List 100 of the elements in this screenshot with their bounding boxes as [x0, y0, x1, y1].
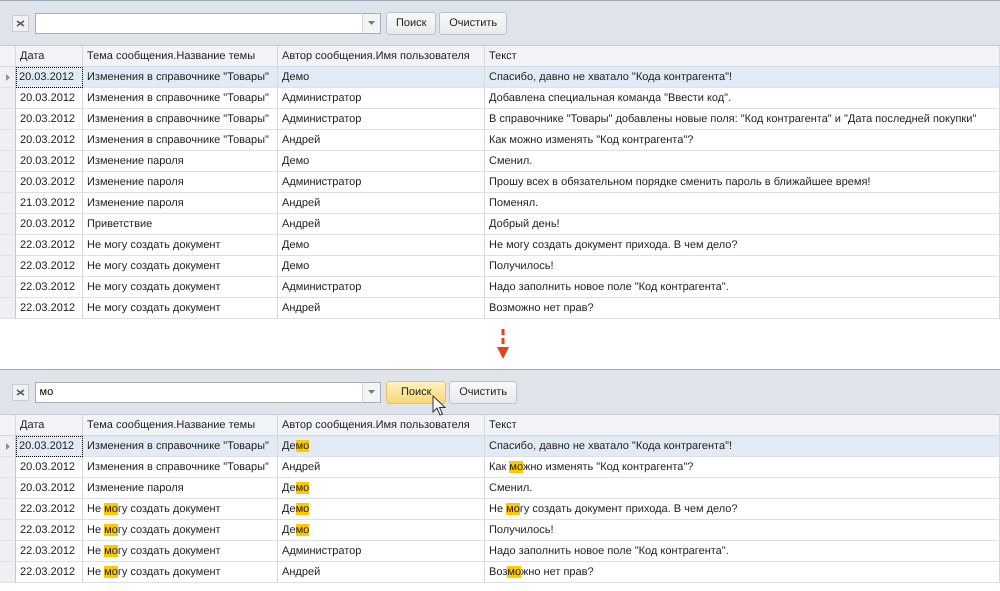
table-cell: Возможно нет прав?: [485, 298, 1000, 319]
close-icon: [16, 388, 25, 396]
table-cell: 20.03.2012: [16, 478, 83, 499]
row-indicator[interactable]: [0, 277, 16, 298]
table-cell: 20.03.2012: [16, 151, 83, 172]
table-cell: 20.03.2012: [16, 457, 83, 478]
row-indicator[interactable]: [0, 193, 16, 214]
table-cell: Изменения в справочнике "Товары": [83, 109, 278, 130]
dropdown-icon[interactable]: [362, 12, 380, 34]
table-cell: Спасибо, давно не хватало "Кода контрагента"!: [485, 67, 1000, 88]
clear-button[interactable]: Очистить: [449, 380, 518, 404]
table-cell: Демо: [278, 151, 485, 172]
row-indicator[interactable]: [0, 214, 16, 235]
table-cell: Поменял.: [485, 193, 1000, 214]
column-header[interactable]: Текст: [485, 415, 1000, 436]
column-header[interactable]: Тема сообщения.Название темы: [83, 415, 278, 436]
table-cell: Демо: [278, 478, 485, 499]
row-indicator[interactable]: [0, 499, 16, 520]
row-indicator[interactable]: [0, 541, 16, 562]
clear-button[interactable]: Очистить: [439, 12, 508, 34]
table-cell: 20.03.2012: [16, 214, 83, 235]
search-field[interactable]: мо: [34, 382, 362, 402]
table-cell: Получилось!: [485, 256, 1000, 277]
table-cell: Демо: [278, 499, 485, 520]
table-cell: Изменение пароля: [83, 151, 278, 172]
row-indicator[interactable]: [0, 130, 16, 151]
row-indicator[interactable]: [0, 298, 16, 319]
search-button[interactable]: Поиск: [386, 380, 446, 404]
table-cell: Администратор: [278, 109, 485, 130]
table-cell: Изменения в справочнике "Товары": [83, 88, 278, 109]
table-cell: Демо: [278, 520, 485, 541]
table-cell: Изменение пароля: [83, 478, 278, 499]
table-cell: Демо: [278, 436, 485, 457]
row-indicator[interactable]: [0, 520, 16, 541]
column-header[interactable]: Дата: [16, 46, 83, 67]
table-cell: Добавлена специальная команда "Ввести код".: [485, 88, 1000, 109]
row-indicator[interactable]: [0, 67, 16, 88]
row-indicator[interactable]: [0, 478, 16, 499]
table-cell: 20.03.2012: [16, 436, 83, 457]
table-cell: Андрей: [278, 130, 485, 151]
table-cell: 20.03.2012: [16, 130, 83, 151]
table-cell: Демо: [278, 67, 485, 88]
table-cell: Не могу создать документ прихода. В чем дело?: [485, 499, 1000, 520]
row-indicator[interactable]: [0, 172, 16, 193]
table-cell: Приветствие: [83, 214, 278, 235]
table-cell: Администратор: [278, 277, 485, 298]
table-cell: Не могу создать документ: [83, 256, 278, 277]
table-cell: Андрей: [278, 298, 485, 319]
table-cell: Андрей: [278, 562, 485, 583]
row-indicator[interactable]: [0, 109, 16, 130]
column-header[interactable]: Текст: [485, 46, 1000, 67]
table-cell: Не могу создать документ: [83, 520, 278, 541]
table-cell: 20.03.2012: [16, 172, 83, 193]
table-cell: Не могу создать документ: [83, 298, 278, 319]
table-cell: Изменение пароля: [83, 193, 278, 214]
table-cell: Администратор: [278, 88, 485, 109]
column-header[interactable]: Дата: [16, 415, 83, 436]
table-cell: 20.03.2012: [16, 67, 83, 88]
table-cell: Андрей: [278, 193, 485, 214]
search-field[interactable]: [34, 12, 362, 34]
table-cell: Спасибо, давно не хватало "Кода контрагента"!: [485, 436, 1000, 457]
table-cell: Администратор: [278, 541, 485, 562]
row-indicator[interactable]: [0, 151, 16, 172]
clear-icon-button[interactable]: [12, 384, 29, 400]
row-indicator[interactable]: [0, 562, 16, 583]
column-header[interactable]: Автор сообщения.Имя пользователя: [278, 46, 485, 67]
table-cell: Добрый день!: [485, 214, 1000, 235]
table-cell: Сменил.: [485, 478, 1000, 499]
table-cell: 22.03.2012: [16, 541, 83, 562]
table-cell: Не могу создать документ: [83, 235, 278, 256]
row-indicator[interactable]: [0, 436, 16, 457]
table-cell: Изменения в справочнике "Товары": [83, 130, 278, 151]
table-cell: 21.03.2012: [16, 193, 83, 214]
dropdown-icon[interactable]: [362, 382, 380, 402]
row-indicator[interactable]: [0, 88, 16, 109]
table-cell: 22.03.2012: [16, 298, 83, 319]
table-cell: Изменения в справочнике "Товары": [83, 457, 278, 478]
table-cell: Не могу создать документ: [83, 562, 278, 583]
search-button[interactable]: Поиск: [386, 12, 436, 34]
table-cell: Надо заполнить новое поле "Код контрагента".: [485, 541, 1000, 562]
table-cell: Изменения в справочнике "Товары": [83, 67, 278, 88]
row-indicator[interactable]: [0, 256, 16, 277]
table-cell: 22.03.2012: [16, 520, 83, 541]
column-header[interactable]: Автор сообщения.Имя пользователя: [278, 415, 485, 436]
table-cell: В справочнике "Товары" добавлены новые поля: "Код контрагента" и "Дата последней покупки": [485, 109, 1000, 130]
column-header[interactable]: Тема сообщения.Название темы: [83, 46, 278, 67]
table-cell: Возможно нет прав?: [485, 562, 1000, 583]
arrow-down-icon: [497, 329, 509, 359]
table-cell: Изменение пароля: [83, 172, 278, 193]
table-cell: Демо: [278, 256, 485, 277]
table-cell: 20.03.2012: [16, 109, 83, 130]
table-cell: 22.03.2012: [16, 562, 83, 583]
row-indicator[interactable]: [0, 235, 16, 256]
clear-icon-button[interactable]: [12, 14, 29, 32]
table-cell: Прошу всех в обязательном порядке сменить пароль в ближайшее время!: [485, 172, 1000, 193]
table-cell: Как можно изменять "Код контрагента"?: [485, 130, 1000, 151]
table-cell: Получилось!: [485, 520, 1000, 541]
cursor-icon: [432, 394, 446, 416]
row-indicator[interactable]: [0, 457, 16, 478]
table-cell: Не могу создать документ: [83, 499, 278, 520]
